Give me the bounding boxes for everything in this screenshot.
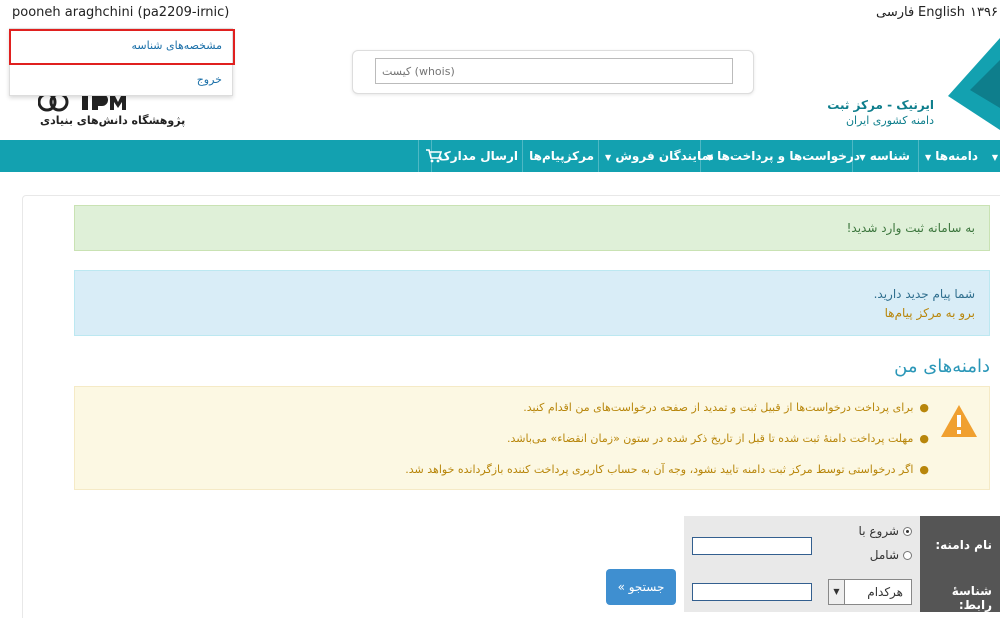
notice-item: ●اگر درخواستی توسط مرکز ثبت دامنه تایید … xyxy=(405,463,929,476)
contact-type-value: هرکدام xyxy=(867,585,903,599)
nav-item-requests[interactable]: درخواست‌ها و پرداخت‌ها ▼ xyxy=(699,140,866,172)
go-messages-link[interactable]: برو به مرکز پیام‌ها xyxy=(885,306,975,320)
main-nav: ▼ دامنه‌ها ▼ شناسه ▼ درخواست‌ها و پرداخت… xyxy=(0,140,1000,172)
contact-id-input[interactable] xyxy=(692,583,812,601)
notice-item: ●برای پرداخت درخواست‌ها از قبیل ثبت و تم… xyxy=(523,401,929,414)
top-bar: pooneh araghchini (pa2209-irnic) فارسی E… xyxy=(0,0,1000,28)
irnic-subtitle: دامنه کشوری ایران xyxy=(845,114,934,127)
notice-item: ●مهلت پرداخت دامنهٔ ثبت شده تا قبل از تا… xyxy=(507,432,929,445)
irnic-title: ایرنیک - مرکز ثبت xyxy=(827,98,934,112)
message-alert: شما پیام جدید دارید. برو به مرکز پیام‌ها xyxy=(74,270,990,336)
form-labels: نام دامنه: شناسهٔ رابط: xyxy=(920,516,1000,612)
nav-item-resellers[interactable]: نمایندگان فروش ▼ xyxy=(598,140,720,172)
contact-id-label: شناسهٔ رابط: xyxy=(951,584,992,612)
radio-starts-with-control[interactable] xyxy=(903,527,912,536)
lang-english-link[interactable]: English xyxy=(918,5,965,20)
lang-farsi-link[interactable]: فارسی xyxy=(876,5,914,20)
dropdown-item-profile[interactable]: مشخصه‌های شناسه xyxy=(131,39,222,52)
cart-icon xyxy=(426,149,443,163)
nav-item-domains[interactable]: دامنه‌ها ▼ xyxy=(917,140,984,172)
welcome-text: به سامانه ثبت وارد شدید! xyxy=(846,221,975,235)
domain-name-label: نام دامنه: xyxy=(935,538,992,552)
payment-notice: ●برای پرداخت درخواست‌ها از قبیل ثبت و تم… xyxy=(74,386,990,490)
contact-type-select[interactable]: ▼ هرکدام xyxy=(828,579,912,605)
radio-contains-control[interactable] xyxy=(903,551,912,560)
nav-overflow-caret[interactable]: ▼ xyxy=(986,140,1000,172)
whois-search-box xyxy=(352,50,754,94)
search-button[interactable]: جستجو » xyxy=(606,569,676,605)
user-dropdown-menu: مشخصه‌های شناسه خروج xyxy=(9,28,235,96)
new-message-text: شما پیام جدید دارید. xyxy=(873,287,975,301)
chevron-down-icon: ▼ xyxy=(829,580,845,604)
whois-search-input[interactable] xyxy=(375,58,733,84)
dropdown-item-logout[interactable]: خروج xyxy=(197,73,222,86)
radio-contains[interactable]: شامل xyxy=(870,548,912,562)
nav-cart[interactable] xyxy=(418,140,448,172)
welcome-alert: به سامانه ثبت وارد شدید! xyxy=(74,205,990,251)
user-menu-link[interactable]: pooneh araghchini (pa2209-irnic) xyxy=(12,5,229,20)
domain-name-input[interactable] xyxy=(692,537,812,555)
ipm-subtitle: پژوهشگاه دانش‌های بنیادی xyxy=(40,114,186,127)
warning-icon xyxy=(941,405,977,437)
irnic-logo-icon xyxy=(948,38,1000,130)
year-label: ۱۳۹۶ xyxy=(970,5,998,20)
nav-item-messages[interactable]: مرکزپیام‌ها xyxy=(522,140,600,172)
radio-starts-with[interactable]: شروع با xyxy=(859,524,912,538)
page-title: دامنه‌های من xyxy=(894,356,990,377)
